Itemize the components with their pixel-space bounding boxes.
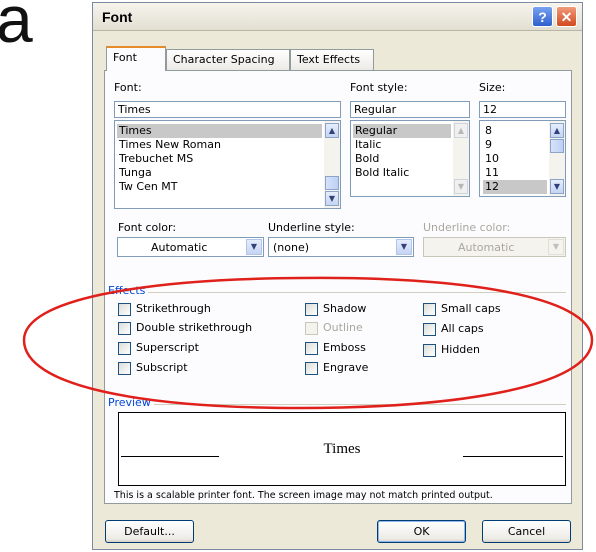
effects-group-title: Effects xyxy=(108,284,149,297)
checkbox-box[interactable] xyxy=(118,322,131,335)
preview-box: Times xyxy=(118,412,566,486)
checkbox-label: All caps xyxy=(441,322,484,335)
underline-style-select[interactable]: (none) ▼ xyxy=(268,237,414,257)
font-style-list[interactable]: Regular Italic Bold Bold Italic ▲ ▼ xyxy=(350,120,470,197)
font-list-item[interactable]: Trebuchet MS xyxy=(117,152,322,166)
preview-text: Times xyxy=(323,441,361,457)
checkbox-label: Double strikethrough xyxy=(136,321,253,334)
size-list-item[interactable]: 10 xyxy=(483,152,547,166)
underline-color-select: Automatic ▼ xyxy=(423,237,566,257)
underline-style-value: (none) xyxy=(273,241,310,254)
help-button[interactable]: ? xyxy=(532,6,553,27)
scroll-down-icon[interactable]: ▼ xyxy=(325,191,339,206)
font-list-item[interactable]: Tw Cen MT xyxy=(117,180,322,194)
font-style-list-item[interactable]: Bold xyxy=(353,152,451,166)
scroll-up-icon[interactable]: ▲ xyxy=(550,123,564,138)
font-label: Font: xyxy=(114,81,142,94)
font-list-item[interactable]: Times xyxy=(117,124,322,138)
checkbox-label: Shadow xyxy=(323,302,367,315)
checkbox-label: Superscript xyxy=(136,341,199,354)
chevron-down-icon[interactable]: ▼ xyxy=(396,239,412,255)
ok-button[interactable]: OK xyxy=(377,520,466,543)
checkbox-box[interactable] xyxy=(305,342,318,355)
default-button[interactable]: Default... xyxy=(105,520,194,543)
preview-note: This is a scalable printer font. The scr… xyxy=(114,490,493,501)
preview-group-title: Preview xyxy=(108,396,154,409)
checkbox-label: Small caps xyxy=(441,302,501,315)
checkbox-label: Emboss xyxy=(323,341,366,354)
font-style-input[interactable]: Regular xyxy=(350,101,470,118)
cancel-button[interactable]: Cancel xyxy=(482,520,571,543)
size-list-item[interactable]: 11 xyxy=(483,166,547,180)
size-label: Size: xyxy=(479,81,506,94)
checkbox-box xyxy=(305,322,318,335)
size-list-item[interactable]: 8 xyxy=(483,124,547,138)
font-style-label: Font style: xyxy=(350,81,408,94)
close-icon: ✕ xyxy=(560,9,573,25)
underline-color-value: Automatic xyxy=(458,241,515,254)
font-list[interactable]: Times Times New Roman Trebuchet MS Tunga… xyxy=(114,120,341,209)
font-style-list-item[interactable]: Bold Italic xyxy=(353,166,451,180)
font-list-item[interactable]: Tunga xyxy=(117,166,322,180)
effects-divider xyxy=(114,292,566,293)
scroll-down-icon: ▼ xyxy=(454,179,468,194)
font-style-list-scrollbar: ▲ ▼ xyxy=(453,121,469,196)
scroll-thumb[interactable] xyxy=(550,139,564,153)
close-button[interactable]: ✕ xyxy=(556,6,577,27)
tab-character-spacing[interactable]: Character Spacing xyxy=(166,49,290,70)
checkbox-box[interactable] xyxy=(118,303,131,316)
size-list-item[interactable]: 9 xyxy=(483,138,547,152)
size-input[interactable]: 12 xyxy=(479,101,566,118)
font-list-scrollbar[interactable]: ▲ ▼ xyxy=(324,121,340,208)
tab-font[interactable]: Font xyxy=(106,46,166,71)
size-list[interactable]: 8 9 10 11 12 ▲ ▼ xyxy=(479,120,566,197)
title-bar: Font ? ✕ xyxy=(93,3,582,31)
chevron-down-icon[interactable]: ▼ xyxy=(246,239,262,255)
background-letter: a xyxy=(0,0,33,56)
font-input[interactable]: Times xyxy=(114,101,341,118)
checkbox-box[interactable] xyxy=(423,323,436,336)
font-style-list-item[interactable]: Regular xyxy=(353,124,451,138)
underline-color-label: Underline color: xyxy=(423,221,511,234)
checkbox-label: Outline xyxy=(323,321,363,334)
tab-text-effects[interactable]: Text Effects xyxy=(290,49,374,70)
size-list-item[interactable]: 12 xyxy=(483,180,547,194)
help-icon: ? xyxy=(538,9,547,25)
preview-divider xyxy=(114,404,566,405)
font-style-list-item[interactable]: Italic xyxy=(353,138,451,152)
font-color-label: Font color: xyxy=(118,221,177,234)
checkbox-box[interactable] xyxy=(423,344,436,357)
underline-style-label: Underline style: xyxy=(268,221,355,234)
checkbox-box[interactable] xyxy=(305,362,318,375)
checkbox-box[interactable] xyxy=(118,362,131,375)
dialog-title: Font xyxy=(102,9,133,25)
size-list-scrollbar[interactable]: ▲ ▼ xyxy=(549,121,565,196)
checkbox-box[interactable] xyxy=(423,303,436,316)
checkbox-label: Engrave xyxy=(323,361,369,374)
checkbox-box[interactable] xyxy=(305,303,318,316)
checkbox-label: Strikethrough xyxy=(136,302,211,315)
checkbox-label: Hidden xyxy=(441,343,481,356)
scroll-down-icon[interactable]: ▼ xyxy=(550,179,564,194)
font-color-value: Automatic xyxy=(151,241,208,254)
scroll-thumb[interactable] xyxy=(325,176,339,190)
font-color-select[interactable]: Automatic ▼ xyxy=(117,237,264,257)
scroll-up-icon: ▲ xyxy=(454,123,468,138)
checkbox-label: Subscript xyxy=(136,361,188,374)
chevron-down-icon: ▼ xyxy=(548,239,564,255)
checkbox-box[interactable] xyxy=(118,342,131,355)
font-list-item[interactable]: Times New Roman xyxy=(117,138,322,152)
scroll-up-icon[interactable]: ▲ xyxy=(325,123,339,138)
